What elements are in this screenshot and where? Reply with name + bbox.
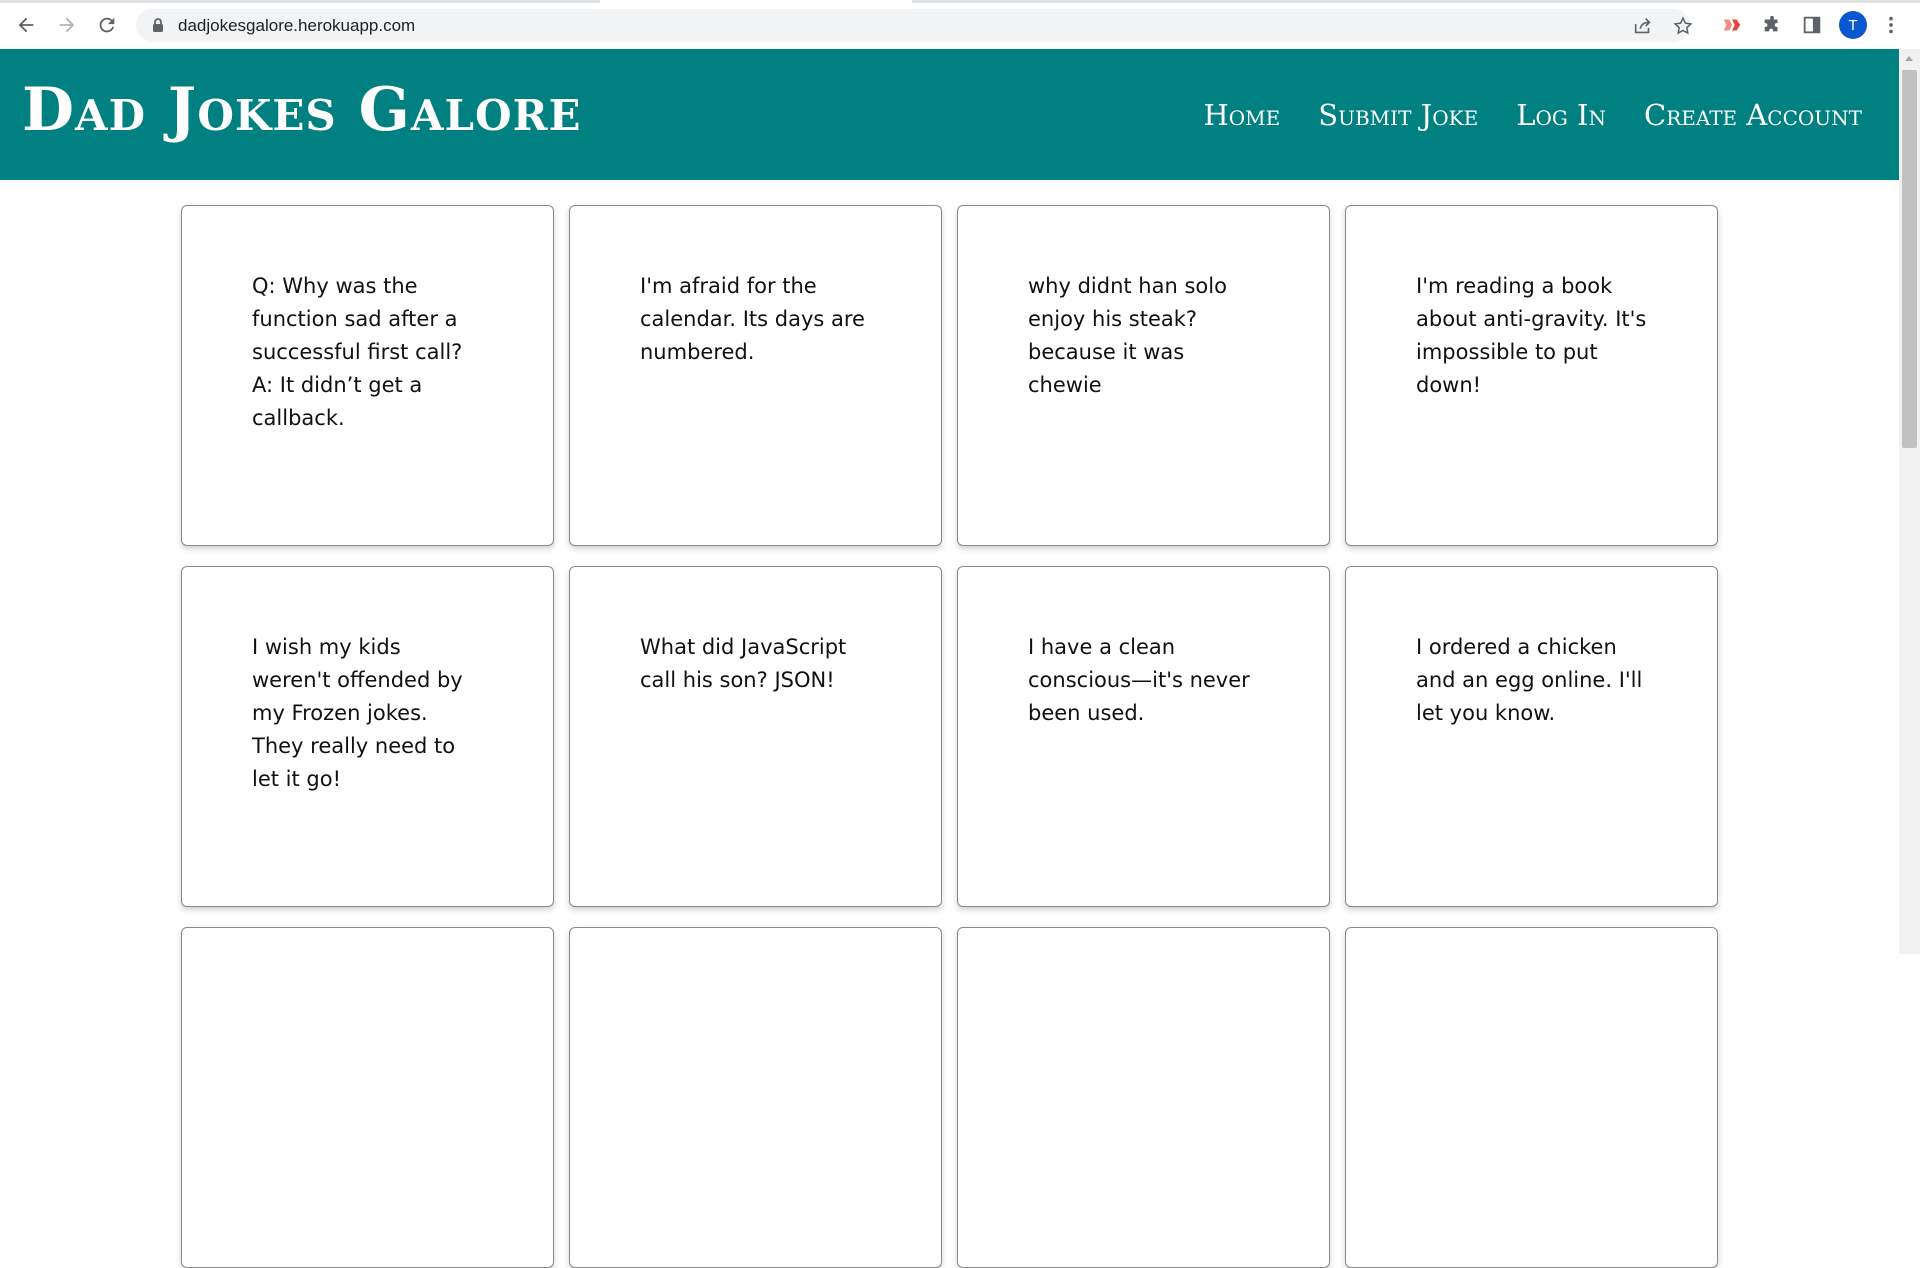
back-arrow-icon [18, 17, 34, 33]
back-button[interactable] [8, 8, 44, 42]
joke-text: why didnt han solo enjoy his steak? beca… [1028, 274, 1227, 397]
joke-text: What did JavaScript call his son? JSON! [640, 635, 847, 692]
side-panel-button[interactable] [1799, 12, 1825, 38]
joke-card: why didnt han solo enjoy his steak? beca… [957, 205, 1330, 546]
joke-text: I ordered a chicken and an egg online. I… [1416, 635, 1643, 725]
joke-card: I'm reading a book about anti-gravity. I… [1345, 205, 1718, 546]
extensions-button[interactable] [1759, 12, 1785, 38]
joke-card: What did JavaScript call his son? JSON! [569, 566, 942, 907]
tab-strip-edge [912, 0, 1920, 3]
site-header: Dad Jokes Galore Home Submit Joke Log In… [0, 49, 1899, 180]
joke-card [569, 927, 942, 1268]
joke-card: I have a clean conscious—it's never been… [957, 566, 1330, 907]
tab-strip-edge [0, 0, 600, 3]
browser-toolbar: dadjokesgalore.herokuapp.com T [0, 0, 1920, 50]
nav-home-link[interactable]: Home [1204, 98, 1281, 132]
scrollbar-thumb[interactable] [1902, 70, 1917, 448]
joke-text: I have a clean conscious—it's never been… [1028, 635, 1250, 725]
nav-log-in-link[interactable]: Log In [1516, 98, 1606, 132]
joke-card: I wish my kids weren't offended by my Fr… [181, 566, 554, 907]
bookmark-button[interactable] [1672, 15, 1694, 37]
share-button[interactable] [1632, 15, 1654, 37]
joke-card [1345, 927, 1718, 1268]
joke-card: I ordered a chicken and an egg online. I… [1345, 566, 1718, 907]
forward-arrow-icon [59, 17, 75, 33]
side-panel-icon [1803, 16, 1821, 34]
forward-button[interactable] [49, 8, 85, 42]
nav-submit-joke-link[interactable]: Submit Joke [1318, 98, 1478, 132]
joke-text: I'm afraid for the calendar. Its days ar… [640, 274, 865, 364]
lock-icon [153, 18, 163, 32]
joke-card [181, 927, 554, 1268]
joke-card: Q: Why was the function sad after a succ… [181, 205, 554, 546]
url-text: dadjokesgalore.herokuapp.com [178, 16, 416, 35]
profile-avatar[interactable]: T [1839, 11, 1867, 39]
joke-card [957, 927, 1330, 1268]
joke-text: I wish my kids weren't offended by my Fr… [252, 635, 463, 791]
main-nav: Home Submit Joke Log In Create Account [1204, 98, 1863, 132]
joke-text: Q: Why was the function sad after a succ… [252, 274, 463, 430]
address-bar[interactable]: dadjokesgalore.herokuapp.com [136, 9, 1693, 42]
share-icon [1634, 18, 1651, 34]
nav-create-account-link[interactable]: Create Account [1644, 98, 1862, 132]
reload-icon [99, 17, 115, 33]
scroll-up-arrow-icon[interactable] [1905, 56, 1913, 61]
joke-card: I'm afraid for the calendar. Its days ar… [569, 205, 942, 546]
star-icon [1673, 16, 1693, 35]
puzzle-piece-icon [1764, 15, 1778, 32]
kebab-menu-icon [1889, 16, 1893, 34]
red-extension-icon [1723, 19, 1741, 31]
page-scrollbar[interactable] [1899, 49, 1920, 954]
red-extension-button[interactable] [1719, 12, 1745, 38]
jokes-grid: Q: Why was the function sad after a succ… [181, 205, 1720, 1268]
reload-button[interactable] [89, 8, 125, 42]
joke-text: I'm reading a book about anti-gravity. I… [1416, 274, 1647, 397]
browser-menu-button[interactable] [1878, 12, 1904, 38]
site-title[interactable]: Dad Jokes Galore [22, 75, 582, 145]
